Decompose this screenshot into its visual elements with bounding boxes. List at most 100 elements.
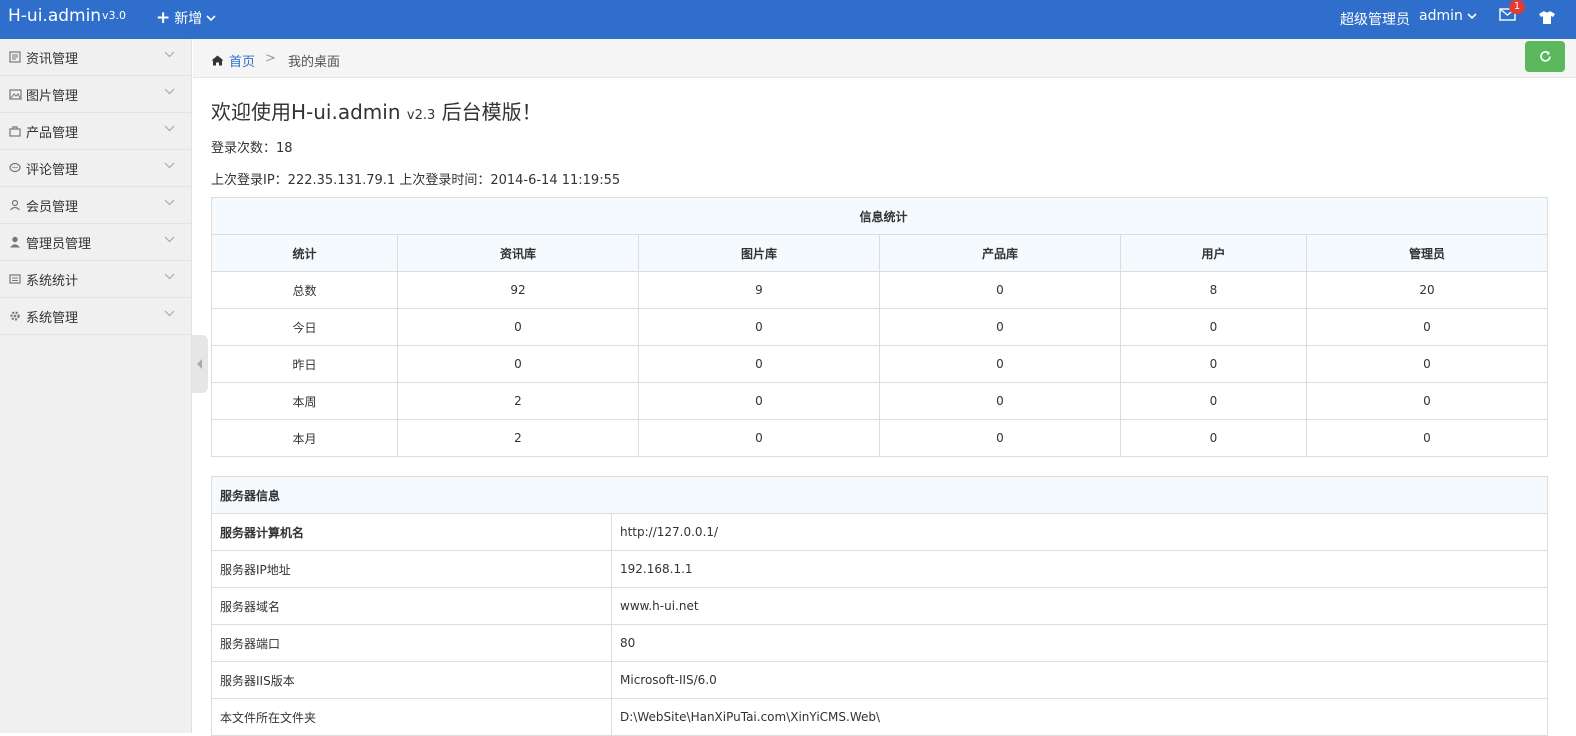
welcome-suffix: 后台模版！ xyxy=(435,100,542,124)
table-cell: 0 xyxy=(638,382,880,420)
brand-logo[interactable]: H-ui.admin xyxy=(8,6,101,26)
chevron-down-icon xyxy=(164,51,175,58)
column-header: 资讯库 xyxy=(397,234,639,272)
chevron-down-icon xyxy=(164,125,175,132)
refresh-icon xyxy=(1539,51,1551,62)
sidebar-item-comments[interactable]: 评论管理 xyxy=(0,150,191,187)
skin-button[interactable] xyxy=(1538,10,1556,29)
welcome-version: v2.3 xyxy=(406,108,436,123)
column-header: 图片库 xyxy=(638,234,880,272)
top-navbar: H-ui.admin v3.0 + 新增 超级管理员 admin 1 xyxy=(0,0,1576,39)
sidebar-item-label: 产品管理 xyxy=(26,125,79,141)
table-cell: 0 xyxy=(1306,345,1548,383)
chevron-down-icon xyxy=(164,236,175,243)
column-header: 产品库 xyxy=(879,234,1121,272)
welcome-heading: 欢迎使用H-ui.admin v2.3 后台模版！ xyxy=(211,96,542,125)
user-icon xyxy=(8,198,22,212)
gear-icon xyxy=(8,309,22,323)
table-cell: 0 xyxy=(1306,308,1548,346)
sidebar-item-admins[interactable]: 管理员管理 xyxy=(0,224,191,261)
table-cell: 本月 xyxy=(211,419,398,457)
sidebar-item-pictures[interactable]: 图片管理 xyxy=(0,76,191,113)
table-row: 服务器IIS版本 Microsoft-IIS/6.0 xyxy=(211,661,1548,699)
brand-version: v3.0 xyxy=(102,9,127,22)
sidebar-item-label: 评论管理 xyxy=(26,162,79,178)
home-icon xyxy=(211,55,224,66)
table-row: 服务器域名 www.h-ui.net xyxy=(211,587,1548,625)
sidebar-item-members[interactable]: 会员管理 xyxy=(0,187,191,224)
chevron-down-icon xyxy=(206,14,216,21)
table-row: 今日 0 0 0 0 0 xyxy=(211,308,1548,346)
table-cell: 0 xyxy=(638,345,880,383)
table-cell: 本周 xyxy=(211,382,398,420)
chart-icon xyxy=(8,272,22,286)
chevron-down-icon xyxy=(1467,12,1477,19)
table-row: 服务器计算机名 http://127.0.0.1/ xyxy=(211,513,1548,551)
refresh-button[interactable] xyxy=(1525,41,1565,72)
table-cell: 0 xyxy=(879,382,1121,420)
table-cell: 0 xyxy=(879,345,1121,383)
table-row: 服务器IP地址 192.168.1.1 xyxy=(211,550,1548,588)
sidebar-item-news[interactable]: 资讯管理 xyxy=(0,39,191,76)
chevron-down-icon xyxy=(164,273,175,280)
chevron-down-icon xyxy=(164,162,175,169)
table-cell: http://127.0.0.1/ xyxy=(611,513,1548,551)
table-cell: 0 xyxy=(1120,308,1307,346)
stats-table: 信息统计 统计 资讯库 图片库 产品库 用户 管理员 总数 92 9 0 8 2… xyxy=(211,197,1548,457)
table-row: 昨日 0 0 0 0 0 xyxy=(211,345,1548,383)
bag-icon xyxy=(8,124,22,138)
table-row: 总数 92 9 0 8 20 xyxy=(211,271,1548,309)
chevron-down-icon xyxy=(164,199,175,206)
user-role: 超级管理员 xyxy=(1340,12,1410,28)
table-cell: 服务器计算机名 xyxy=(211,513,612,551)
table-cell: 0 xyxy=(1306,382,1548,420)
caret-left-icon xyxy=(197,359,202,369)
breadcrumb-current: 我的桌面 xyxy=(288,55,341,70)
table-cell: 服务器IIS版本 xyxy=(211,661,612,699)
sidebar-item-products[interactable]: 产品管理 xyxy=(0,113,191,150)
breadcrumb-separator: > xyxy=(265,51,276,66)
table-cell: 0 xyxy=(397,308,639,346)
column-header: 管理员 xyxy=(1306,234,1548,272)
table-cell: 服务器IP地址 xyxy=(211,550,612,588)
stats-table-title: 信息统计 xyxy=(211,197,1548,235)
table-cell: 总数 xyxy=(211,271,398,309)
sidebar-item-label: 系统统计 xyxy=(26,273,79,289)
sidebar-item-label: 会员管理 xyxy=(26,199,79,215)
table-cell: 92 xyxy=(397,271,639,309)
stats-header-row: 统计 资讯库 图片库 产品库 用户 管理员 xyxy=(211,234,1548,272)
message-count-badge: 1 xyxy=(1509,0,1525,14)
table-row: 本文件所在文件夹 D:\WebSite\HanXiPuTai.com\XinYi… xyxy=(211,698,1548,736)
table-cell: 2 xyxy=(397,382,639,420)
news-icon xyxy=(8,50,22,64)
sidebar-item-label: 管理员管理 xyxy=(26,236,92,252)
breadcrumb-home-label: 首页 xyxy=(229,55,256,70)
sidebar: 资讯管理 图片管理 产品管理 评论管理 会员管理 管理员管理 系统统计 系统管理 xyxy=(0,39,192,733)
tshirt-icon xyxy=(1539,11,1555,24)
table-cell: 80 xyxy=(611,624,1548,662)
table-cell: 0 xyxy=(638,308,880,346)
column-header: 用户 xyxy=(1120,234,1307,272)
table-cell: 本文件所在文件夹 xyxy=(211,698,612,736)
table-cell: 8 xyxy=(1120,271,1307,309)
sidebar-item-label: 图片管理 xyxy=(26,88,79,104)
breadcrumb-home-link[interactable]: 首页 xyxy=(211,51,255,70)
admin-user-icon xyxy=(8,235,22,249)
table-row: 本周 2 0 0 0 0 xyxy=(211,382,1548,420)
table-cell: 0 xyxy=(879,271,1121,309)
last-login-info: 上次登录IP：222.35.131.79.1 上次登录时间：2014-6-14 … xyxy=(211,173,621,188)
plus-icon: + xyxy=(156,7,171,28)
table-cell: 0 xyxy=(1120,345,1307,383)
table-cell: 0 xyxy=(638,419,880,457)
chevron-down-icon xyxy=(164,88,175,95)
table-cell: 昨日 xyxy=(211,345,398,383)
sidebar-item-statistics[interactable]: 系统统计 xyxy=(0,261,191,298)
table-cell: 服务器域名 xyxy=(211,587,612,625)
username: admin xyxy=(1419,8,1463,24)
new-menu-button[interactable]: + 新增 xyxy=(156,8,216,28)
sidebar-collapse-handle[interactable] xyxy=(192,335,208,393)
user-menu-button[interactable]: admin xyxy=(1419,8,1477,24)
table-cell: 今日 xyxy=(211,308,398,346)
sidebar-item-system[interactable]: 系统管理 xyxy=(0,298,191,335)
table-cell: 0 xyxy=(879,419,1121,457)
